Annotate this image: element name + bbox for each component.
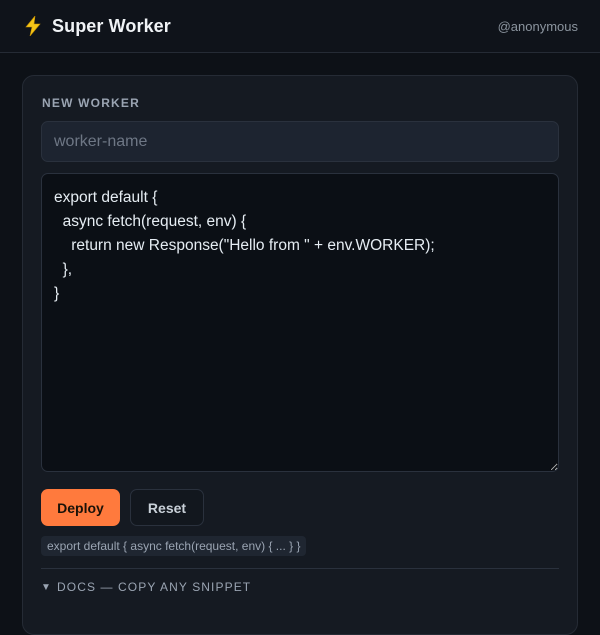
docs-label: DOCS — COPY ANY SNIPPET bbox=[57, 580, 252, 594]
top-bar: Super Worker @anonymous bbox=[0, 0, 600, 53]
docs-toggle[interactable]: ▼ DOCS — COPY ANY SNIPPET bbox=[41, 580, 251, 594]
app-title: Super Worker bbox=[52, 15, 171, 36]
code-editor[interactable] bbox=[41, 173, 559, 472]
new-worker-card: NEW WORKER Deploy Reset export default {… bbox=[22, 75, 578, 635]
deploy-button[interactable]: Deploy bbox=[41, 489, 120, 526]
worker-name-input[interactable] bbox=[41, 121, 559, 162]
reset-button[interactable]: Reset bbox=[130, 489, 204, 526]
brand: Super Worker bbox=[24, 16, 171, 37]
divider bbox=[41, 568, 559, 569]
lightning-bolt-icon bbox=[25, 16, 41, 36]
user-handle[interactable]: @anonymous bbox=[498, 19, 578, 34]
section-label: NEW WORKER bbox=[42, 96, 140, 110]
triangle-down-icon: ▼ bbox=[41, 581, 52, 593]
snippet-preview: export default { async fetch(request, en… bbox=[41, 536, 307, 556]
